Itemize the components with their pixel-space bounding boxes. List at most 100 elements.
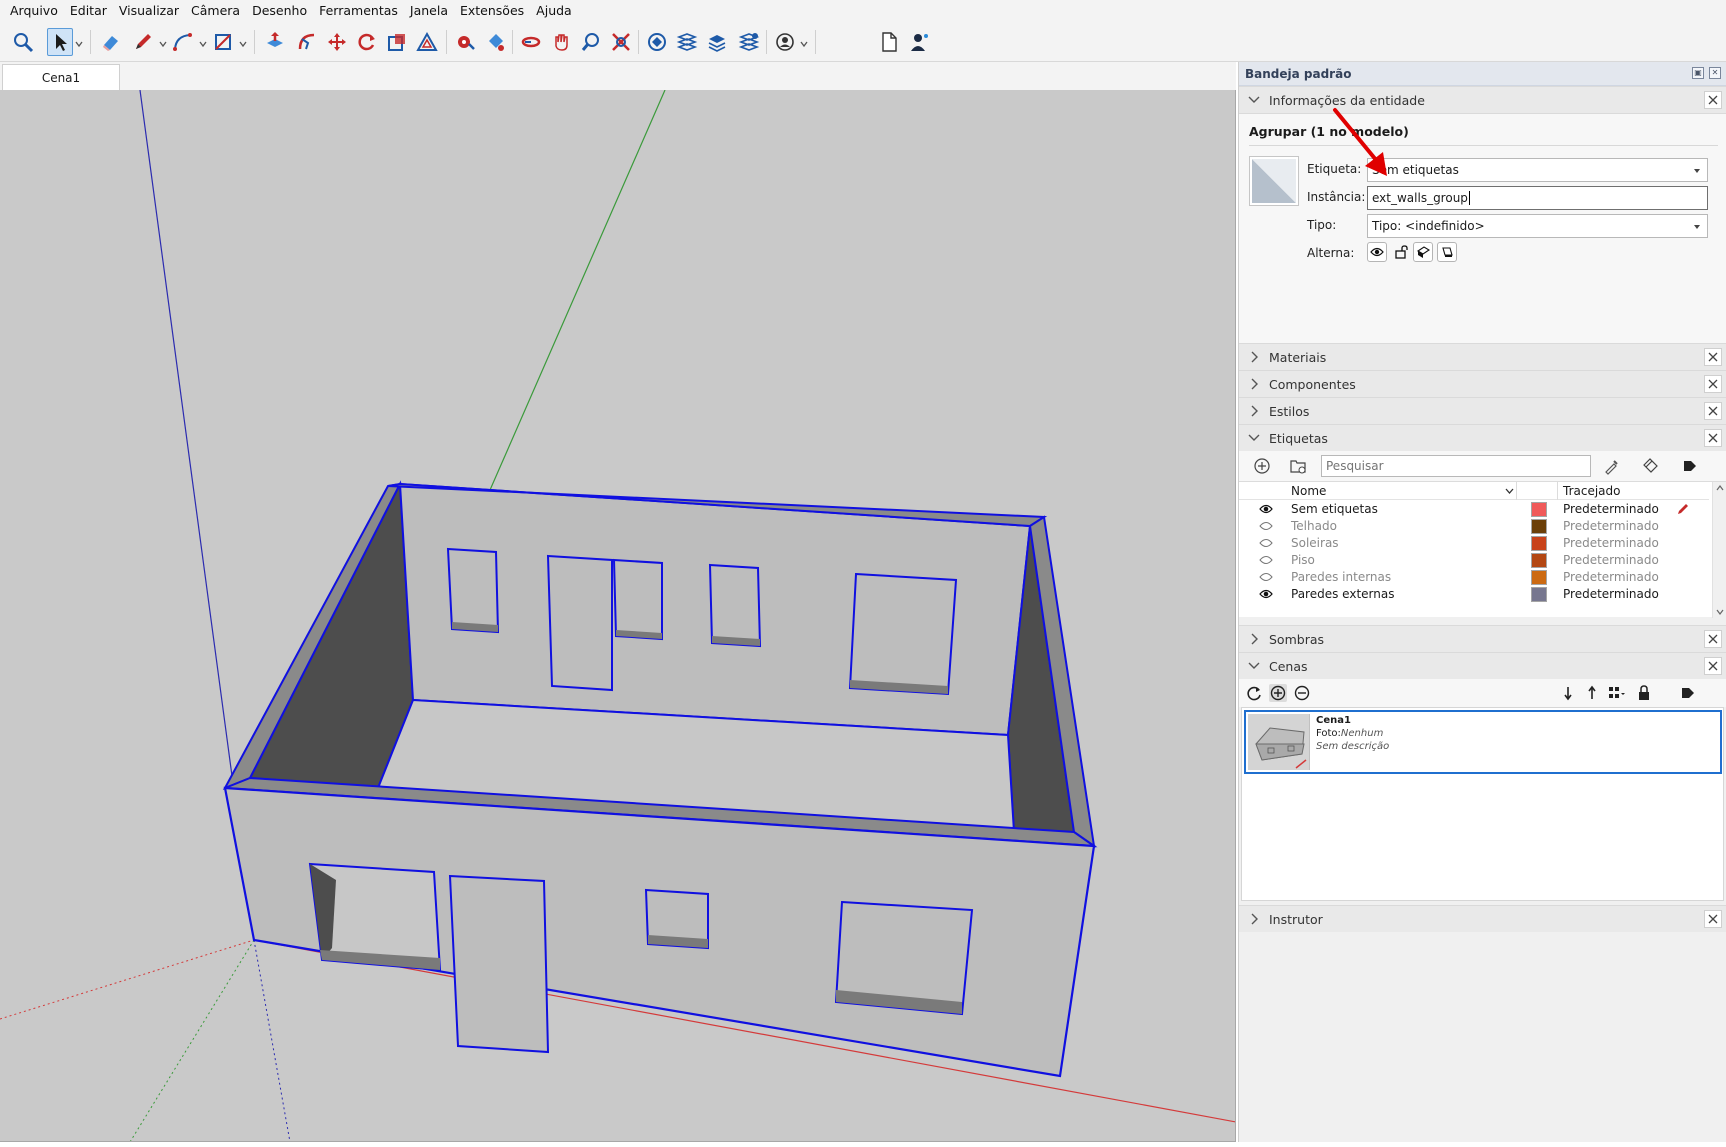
menu-desenho[interactable]: Desenho — [246, 0, 313, 22]
tag-dash[interactable]: Predeterminado — [1563, 587, 1659, 601]
scene-lock-icon[interactable] — [1635, 684, 1653, 702]
account-icon[interactable] — [772, 28, 798, 56]
select-tool-icon[interactable] — [47, 28, 73, 56]
menu-ajuda[interactable]: Ajuda — [530, 0, 578, 22]
close-icon[interactable] — [1704, 657, 1722, 675]
tag-row-telhado[interactable]: Telhado Predeterminado — [1239, 518, 1709, 535]
entity-info-header[interactable]: Informações da entidade — [1239, 86, 1726, 113]
view-options-icon[interactable] — [1607, 684, 1625, 702]
close-icon[interactable] — [1704, 402, 1722, 420]
menu-janela[interactable]: Janela — [404, 0, 454, 22]
tag-row-soleiras[interactable]: Soleiras Predeterminado — [1239, 535, 1709, 552]
menu-extensoes[interactable]: Extensões — [454, 0, 530, 22]
add-tag-icon[interactable] — [1253, 457, 1271, 475]
styles-header[interactable]: Estilos — [1239, 397, 1726, 424]
tag-color-swatch[interactable] — [1531, 519, 1547, 534]
warehouse-icon[interactable] — [644, 28, 670, 56]
tag-color-swatch[interactable] — [1531, 553, 1547, 568]
chevron-down-icon[interactable] — [800, 40, 808, 48]
tag-dash[interactable]: Predeterminado — [1563, 536, 1659, 550]
type-select[interactable]: Tipo: <indefinido> — [1367, 214, 1708, 238]
offset-tool-icon[interactable] — [414, 28, 440, 56]
tag-dash[interactable]: Predeterminado — [1563, 570, 1659, 584]
chevron-down-icon[interactable] — [199, 40, 207, 48]
tags-search-input[interactable] — [1321, 455, 1591, 477]
close-icon[interactable] — [1704, 348, 1722, 366]
add-scene-icon[interactable] — [1269, 684, 1287, 702]
eye-visible-icon[interactable] — [1259, 589, 1273, 599]
menu-arquivo[interactable]: Arquivo — [4, 0, 64, 22]
arc-tool-icon[interactable] — [170, 28, 196, 56]
tag-color-swatch[interactable] — [1531, 536, 1547, 551]
eye-hidden-icon[interactable] — [1259, 555, 1273, 565]
tag-dash[interactable]: Predeterminado — [1563, 502, 1659, 516]
pin-icon[interactable]: ▣ — [1692, 67, 1704, 79]
add-folder-icon[interactable] — [1289, 457, 1307, 475]
orbit-icon[interactable] — [518, 28, 544, 56]
user-icon[interactable] — [906, 28, 932, 56]
follow-me-icon[interactable] — [294, 28, 320, 56]
remove-scene-icon[interactable] — [1293, 684, 1311, 702]
eye-visible-icon[interactable] — [1259, 504, 1273, 514]
pencil-icon[interactable] — [1677, 503, 1689, 515]
scale-tool-icon[interactable] — [384, 28, 410, 56]
tag-color-swatch[interactable] — [1531, 570, 1547, 585]
chevron-up-icon[interactable] — [1716, 485, 1724, 491]
eyedropper-icon[interactable] — [1603, 457, 1621, 475]
close-icon[interactable] — [1704, 429, 1722, 447]
close-icon[interactable] — [1704, 630, 1722, 648]
pan-hand-icon[interactable] — [548, 28, 574, 56]
details-arrow-icon[interactable] — [1681, 457, 1699, 475]
tag-dash[interactable]: Predeterminado — [1563, 553, 1659, 567]
chevron-down-icon[interactable] — [239, 40, 247, 48]
instructor-header[interactable]: Instrutor — [1239, 905, 1726, 932]
zoom-tool-icon[interactable] — [10, 28, 36, 56]
tag-color-swatch[interactable] — [1531, 587, 1547, 602]
dash-column-header[interactable]: Tracejado — [1563, 484, 1620, 498]
scene-tab[interactable]: Cena1 — [2, 64, 120, 90]
visibility-eye-icon[interactable] — [1367, 242, 1387, 262]
tag-color-swatch[interactable] — [1531, 502, 1547, 517]
menu-editar[interactable]: Editar — [64, 0, 113, 22]
eye-hidden-icon[interactable] — [1259, 538, 1273, 548]
close-icon[interactable]: ✕ — [1709, 67, 1721, 79]
eraser-icon[interactable] — [98, 28, 124, 56]
close-icon[interactable] — [1704, 91, 1722, 109]
shadows-header[interactable]: Sombras — [1239, 625, 1726, 652]
components-header[interactable]: Componentes — [1239, 370, 1726, 397]
close-icon[interactable] — [1704, 375, 1722, 393]
receive-shadows-icon[interactable] — [1413, 242, 1433, 262]
push-pull-icon[interactable] — [262, 28, 288, 56]
tag-row-paredes-externas[interactable]: Paredes externas Predeterminado — [1239, 586, 1709, 603]
refresh-icon[interactable] — [1245, 684, 1263, 702]
tags-header[interactable]: Etiquetas — [1239, 424, 1726, 451]
menu-visualizar[interactable]: Visualizar — [113, 0, 185, 22]
name-column-header[interactable]: Nome — [1291, 484, 1326, 498]
menu-ferramentas[interactable]: Ferramentas — [313, 0, 404, 22]
eye-hidden-icon[interactable] — [1259, 572, 1273, 582]
eye-hidden-icon[interactable] — [1259, 521, 1273, 531]
materials-header[interactable]: Materiais — [1239, 343, 1726, 370]
chevron-down-icon[interactable] — [159, 40, 167, 48]
scene-card[interactable]: Cena1 Foto:Nenhum Sem descrição — [1244, 710, 1722, 774]
tag-select[interactable]: Sem etiquetas — [1367, 158, 1708, 182]
rectangle-tool-icon[interactable] — [210, 28, 236, 56]
modeling-viewport[interactable] — [0, 90, 1236, 1142]
cast-shadows-icon[interactable] — [1437, 242, 1457, 262]
menu-camera[interactable]: Câmera — [185, 0, 246, 22]
close-icon[interactable] — [1704, 910, 1722, 928]
rotate-tool-icon[interactable] — [354, 28, 380, 56]
scenes-header[interactable]: Cenas — [1239, 652, 1726, 679]
details-arrow-icon[interactable] — [1679, 684, 1697, 702]
lock-icon[interactable] — [1391, 242, 1411, 262]
paint-bucket-icon[interactable] — [482, 28, 508, 56]
zoom-icon[interactable] — [578, 28, 604, 56]
tags-scrollbar[interactable] — [1712, 482, 1726, 618]
tag-row-paredes-internas[interactable]: Paredes internas Predeterminado — [1239, 569, 1709, 586]
extension-manager-icon[interactable] — [736, 28, 762, 56]
chevron-down-icon[interactable] — [75, 40, 83, 48]
zoom-extents-icon[interactable] — [608, 28, 634, 56]
model-canvas[interactable] — [0, 90, 1236, 1142]
extension-warehouse-icon[interactable] — [674, 28, 700, 56]
tag-tools-icon[interactable] — [1641, 457, 1659, 475]
